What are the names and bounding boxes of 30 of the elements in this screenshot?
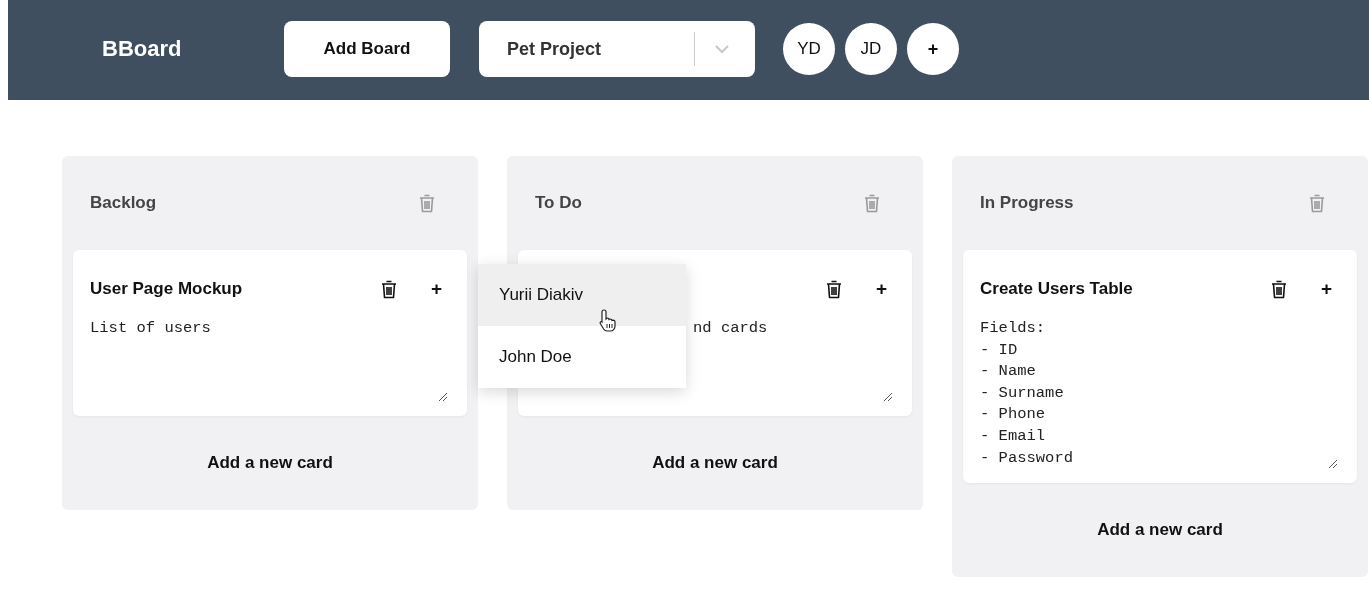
assign-button[interactable]: +	[875, 278, 887, 300]
user-avatar[interactable]: YD	[783, 23, 835, 75]
app-logo: BBoard	[102, 36, 183, 62]
column-title: Backlog	[90, 193, 158, 213]
add-card-button[interactable]: Add a new card	[652, 453, 778, 473]
pointer-hand-icon	[598, 308, 618, 332]
delete-card-icon[interactable]	[825, 279, 842, 299]
column-title: To Do	[535, 193, 583, 213]
column-title: In Progress	[980, 193, 1075, 213]
assign-button[interactable]: +	[430, 278, 442, 300]
menu-item[interactable]: John Doe	[478, 326, 686, 388]
description-text[interactable]: Fields: - ID - Name - Surname - Phone - Email - Password	[980, 318, 1073, 470]
resize-grip-icon	[883, 392, 893, 402]
chevron-down-icon	[715, 44, 729, 54]
resize-grip-icon	[438, 392, 448, 402]
description-text[interactable]: List of users	[90, 318, 211, 340]
project-select[interactable]: Pet Project	[479, 21, 755, 77]
add-board-button[interactable]: Add Board	[284, 21, 450, 77]
delete-card-icon[interactable]	[1270, 279, 1287, 299]
delete-card-icon[interactable]	[380, 279, 397, 299]
user-avatar[interactable]: JD	[845, 23, 897, 75]
resize-grip-icon	[1328, 459, 1338, 470]
card-title: User Page Mockup	[90, 279, 244, 299]
description-text[interactable]: nd cards	[693, 318, 768, 340]
menu-item[interactable]: Yurii Diakiv	[478, 264, 686, 326]
assign-button[interactable]: +	[1320, 278, 1332, 300]
add-member-button[interactable]: +	[907, 23, 959, 75]
add-card-button[interactable]: Add a new card	[207, 453, 333, 473]
card-title: Create Users Table	[980, 279, 1134, 299]
add-card-button[interactable]: Add a new card	[1097, 520, 1223, 541]
